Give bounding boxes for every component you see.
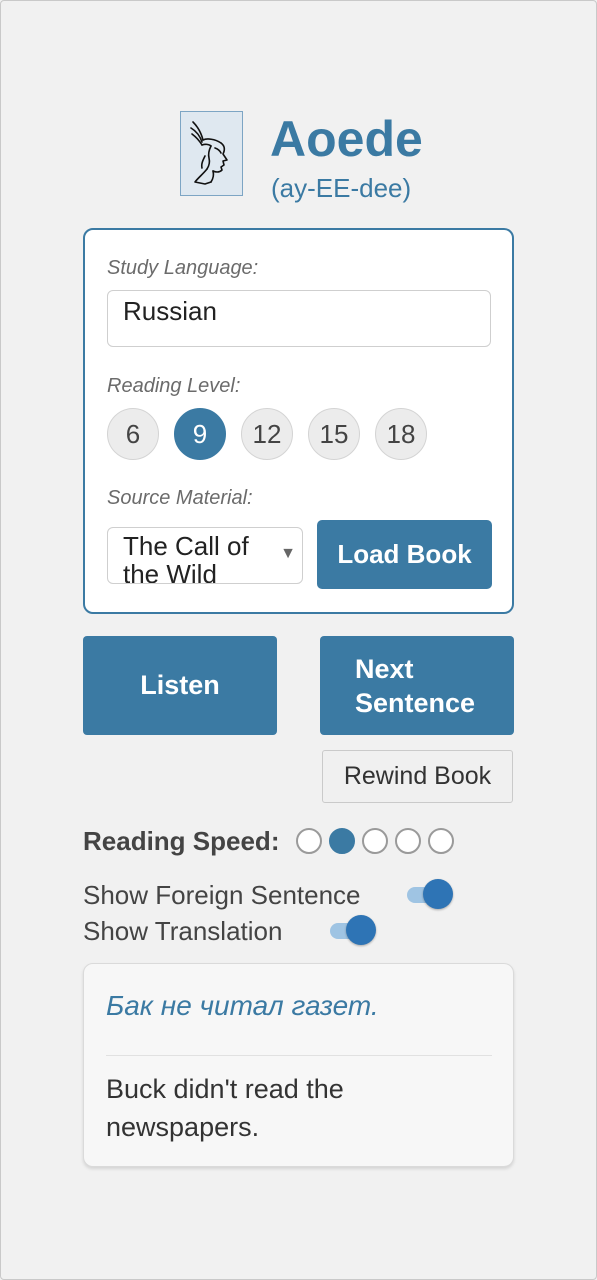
- study-language-label: Study Language:: [107, 257, 259, 279]
- show-foreign-label: Show Foreign Sentence: [83, 880, 361, 910]
- level-option-9[interactable]: 9: [174, 408, 226, 460]
- source-material-value: The Call of the Wild: [123, 531, 249, 584]
- listen-button[interactable]: Listen: [83, 636, 277, 735]
- level-option-15[interactable]: 15: [308, 408, 360, 460]
- triangle-down-icon: ▼: [280, 545, 296, 562]
- level-option-6[interactable]: 6: [107, 408, 159, 460]
- speed-option-1[interactable]: [296, 828, 322, 854]
- app-logo: [180, 111, 243, 196]
- reading-level-label: Reading Level:: [107, 375, 241, 397]
- source-material-select[interactable]: The Call of the Wild ▼: [107, 527, 303, 584]
- reading-level-selector: 6 9 12 15 18: [107, 408, 427, 460]
- reading-speed-selector: [296, 828, 454, 854]
- speed-option-2[interactable]: [329, 828, 355, 854]
- study-language-input[interactable]: Russian: [107, 290, 491, 347]
- next-sentence-label: Next Sentence: [355, 653, 476, 718]
- speed-option-5[interactable]: [428, 828, 454, 854]
- app-pronunciation: (ay-EE-dee): [271, 173, 412, 203]
- toggle-thumb: [346, 915, 376, 945]
- foreign-sentence: Бак не читал газет.: [106, 990, 379, 1021]
- level-option-18[interactable]: 18: [375, 408, 427, 460]
- sentence-divider: [106, 1055, 492, 1056]
- translation-sentence: Buck didn't read the newspapers.: [106, 1074, 344, 1142]
- load-book-button[interactable]: Load Book: [317, 520, 492, 589]
- next-sentence-button[interactable]: Next Sentence: [320, 636, 514, 735]
- reading-speed-label: Reading Speed:: [83, 826, 280, 856]
- level-option-12[interactable]: 12: [241, 408, 293, 460]
- winged-helmet-profile-icon: [190, 121, 228, 185]
- show-translation-label: Show Translation: [83, 916, 283, 946]
- show-translation-toggle[interactable]: [330, 915, 378, 947]
- settings-panel: Study Language: Russian Reading Level: 6…: [83, 228, 514, 614]
- show-foreign-toggle[interactable]: [407, 879, 455, 911]
- speed-option-3[interactable]: [362, 828, 388, 854]
- toggle-thumb: [423, 879, 453, 909]
- source-material-label: Source Material:: [107, 487, 253, 509]
- speed-option-4[interactable]: [395, 828, 421, 854]
- sentence-panel: Бак не читал газет. Buck didn't read the…: [83, 963, 514, 1167]
- rewind-book-button[interactable]: Rewind Book: [322, 750, 513, 803]
- app-title: Aoede: [270, 111, 423, 167]
